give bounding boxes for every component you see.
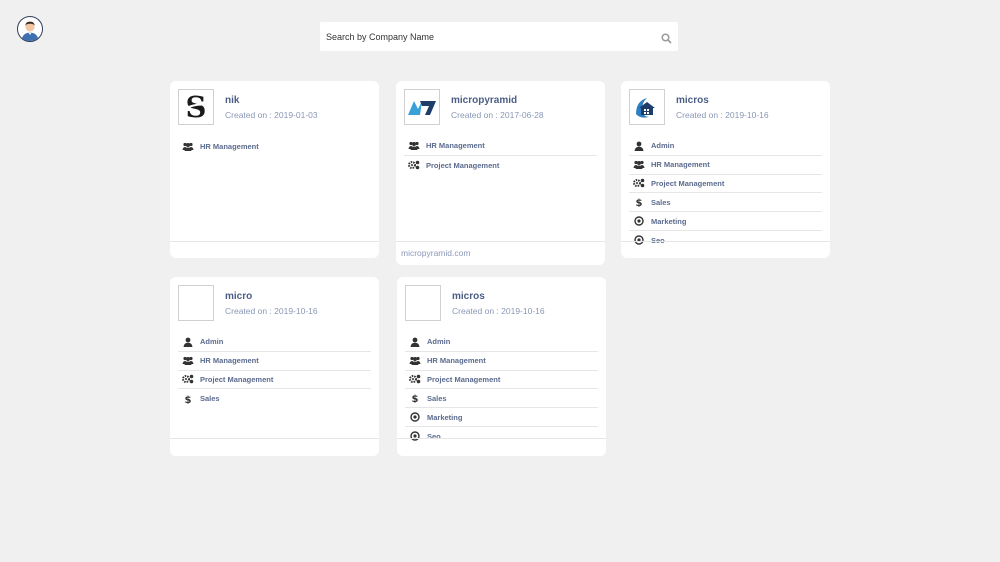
company-logo: S — [178, 89, 214, 125]
module-label: Marketing — [427, 412, 463, 422]
company-name[interactable]: micros — [452, 291, 485, 302]
company-name[interactable]: micropyramid — [451, 95, 517, 106]
company-created-date: Created on : 2019-01-03 — [225, 110, 318, 120]
module-label: HR Management — [426, 141, 485, 151]
card-footer — [170, 241, 379, 242]
target-icon — [409, 431, 421, 442]
module-list: HR Management — [178, 137, 371, 156]
search-input[interactable] — [320, 22, 650, 51]
module-item[interactable]: Seo — [405, 427, 598, 446]
users-icon — [182, 141, 194, 151]
module-label: Seo — [427, 431, 441, 441]
user-icon — [409, 337, 421, 347]
company-created-date: Created on : 2019-10-16 — [225, 306, 318, 316]
user-avatar[interactable] — [17, 16, 43, 42]
company-created-date: Created on : 2017-06-28 — [451, 110, 544, 120]
company-name[interactable]: micro — [225, 291, 252, 302]
module-label: Marketing — [651, 216, 687, 226]
module-item[interactable]: Project Management — [405, 371, 598, 390]
users-icon — [182, 356, 194, 366]
module-label: Admin — [200, 337, 224, 347]
cogs-icon — [633, 178, 645, 188]
module-label: Project Management — [427, 374, 501, 384]
module-item[interactable]: Project Management — [404, 156, 597, 175]
module-label: Sales — [427, 393, 447, 403]
module-label: HR Management — [200, 141, 259, 151]
company-created-date: Created on : 2019-10-16 — [676, 110, 769, 120]
module-label: Admin — [427, 337, 451, 347]
module-item[interactable]: Project Management — [178, 371, 371, 390]
module-label: HR Management — [200, 356, 259, 366]
module-item[interactable]: $ Sales — [178, 389, 371, 408]
user-icon — [182, 337, 194, 347]
module-label: HR Management — [651, 160, 710, 170]
company-card[interactable]: micro Created on : 2019-10-16 Admin HR M… — [170, 277, 379, 456]
svg-text:$: $ — [636, 198, 643, 207]
module-item[interactable]: Admin — [629, 137, 822, 156]
company-card[interactable]: S nik Created on : 2019-01-03 HR Managem… — [170, 81, 379, 258]
search-bar — [320, 22, 678, 51]
card-footer — [396, 241, 605, 242]
company-created-date: Created on : 2019-10-16 — [452, 306, 545, 316]
bullseye-icon — [633, 216, 645, 226]
dollar-icon: $ — [633, 197, 645, 207]
card-footer — [621, 241, 830, 242]
module-label: Sales — [651, 197, 671, 207]
company-card[interactable]: micros Created on : 2019-10-16 Admin HR … — [397, 277, 606, 456]
company-card[interactable]: micros Created on : 2019-10-16 Admin HR … — [621, 81, 830, 258]
module-item[interactable]: HR Management — [178, 352, 371, 371]
module-item[interactable]: Marketing — [405, 408, 598, 427]
dollar-icon: $ — [182, 394, 194, 404]
company-logo — [629, 89, 665, 125]
module-item[interactable]: Marketing — [629, 212, 822, 231]
company-card[interactable]: micropyramid Created on : 2017-06-28 HR … — [396, 81, 605, 265]
svg-text:$: $ — [412, 394, 419, 403]
card-footer — [397, 438, 606, 439]
module-item[interactable]: HR Management — [178, 137, 371, 156]
module-item[interactable]: Admin — [405, 333, 598, 352]
module-item[interactable]: HR Management — [405, 352, 598, 371]
users-icon — [408, 141, 420, 151]
module-item[interactable]: Project Management — [629, 175, 822, 194]
module-label: Project Management — [426, 160, 500, 170]
card-footer — [170, 438, 379, 439]
cogs-icon — [182, 374, 194, 384]
company-name[interactable]: micros — [676, 95, 709, 106]
module-list: Admin HR Management Project Management $… — [178, 333, 371, 408]
users-icon — [409, 356, 421, 366]
module-item[interactable]: HR Management — [629, 156, 822, 175]
module-item[interactable]: Admin — [178, 333, 371, 352]
company-logo — [178, 285, 214, 321]
module-label: Project Management — [200, 374, 274, 384]
module-list: Admin HR Management Project Management $… — [629, 137, 822, 250]
user-icon — [633, 141, 645, 151]
module-item[interactable]: $ Sales — [405, 389, 598, 409]
module-item[interactable]: $ Sales — [629, 193, 822, 213]
company-logo — [405, 285, 441, 321]
cogs-icon — [409, 374, 421, 384]
company-website[interactable]: micropyramid.com — [401, 248, 470, 258]
module-list: Admin HR Management Project Management $… — [405, 333, 598, 446]
company-logo — [404, 89, 440, 125]
company-name[interactable]: nik — [225, 95, 239, 106]
search-icon[interactable] — [661, 31, 672, 44]
cogs-icon — [408, 160, 420, 170]
dollar-icon: $ — [409, 393, 421, 403]
module-list: HR Management Project Management — [404, 137, 597, 175]
module-label: HR Management — [427, 356, 486, 366]
bullseye-icon — [409, 412, 421, 422]
svg-text:$: $ — [185, 395, 192, 404]
users-icon — [633, 160, 645, 170]
module-label: Admin — [651, 141, 675, 151]
module-label: Project Management — [651, 178, 725, 188]
module-label: Sales — [200, 394, 220, 404]
module-item[interactable]: HR Management — [404, 137, 597, 156]
